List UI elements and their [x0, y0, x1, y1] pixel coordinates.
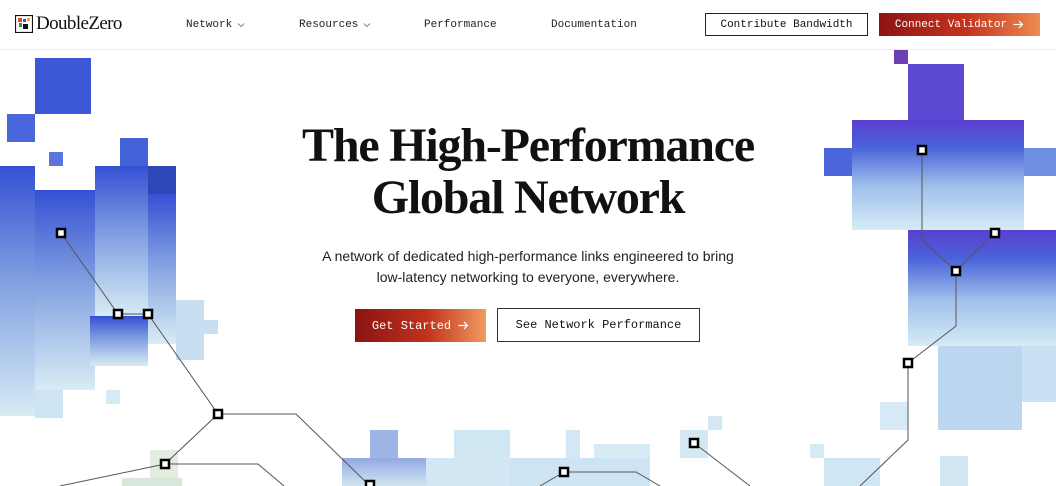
doublezero-logo-icon — [15, 15, 33, 33]
hero-subtitle: A network of dedicated high-performance … — [278, 246, 778, 288]
network-pixel-art — [0, 50, 1056, 486]
arrow-right-icon — [458, 321, 469, 330]
hero-title-line-1: The High-Performance — [302, 119, 755, 172]
contribute-bandwidth-label: Contribute Bandwidth — [720, 18, 853, 31]
arrow-right-icon — [1013, 20, 1024, 29]
connect-validator-button[interactable]: Connect Validator — [879, 13, 1040, 36]
top-navigation-bar: DoubleZero Network Resources Performance… — [0, 0, 1056, 50]
hero-subtitle-line-1: A network of dedicated high-performance … — [322, 248, 734, 264]
chevron-down-icon — [364, 23, 371, 28]
nav-documentation-label: Documentation — [551, 19, 637, 31]
nav-documentation[interactable]: Documentation — [551, 17, 637, 33]
right-pixel-cluster — [810, 50, 1056, 486]
hero-title-line-2: Global Network — [371, 171, 686, 224]
connect-validator-label: Connect Validator — [894, 18, 1008, 31]
nav-network[interactable]: Network — [186, 17, 245, 33]
nav-resources[interactable]: Resources — [299, 17, 371, 33]
brand-name: DoubleZero — [36, 13, 122, 34]
get-started-button[interactable]: Get Started — [355, 309, 486, 342]
left-pixel-cluster — [0, 58, 218, 418]
get-started-label: Get Started — [371, 318, 452, 333]
chevron-down-icon — [237, 23, 245, 28]
nav-resources-label: Resources — [299, 19, 359, 31]
see-network-performance-button[interactable]: See Network Performance — [497, 308, 700, 342]
hero-subtitle-line-2: low-latency networking to everyone, ever… — [376, 269, 680, 285]
nav-network-label: Network — [186, 19, 233, 31]
see-network-performance-label: See Network Performance — [515, 318, 682, 332]
brand-logo[interactable]: DoubleZero — [15, 13, 122, 35]
nav-performance-label: Performance — [424, 19, 497, 31]
bottom-pixel-cluster — [122, 416, 722, 486]
contribute-bandwidth-button[interactable]: Contribute Bandwidth — [705, 13, 868, 36]
nav-performance[interactable]: Performance — [424, 17, 497, 33]
hero-title: The High-Performance Global Network — [228, 120, 828, 224]
